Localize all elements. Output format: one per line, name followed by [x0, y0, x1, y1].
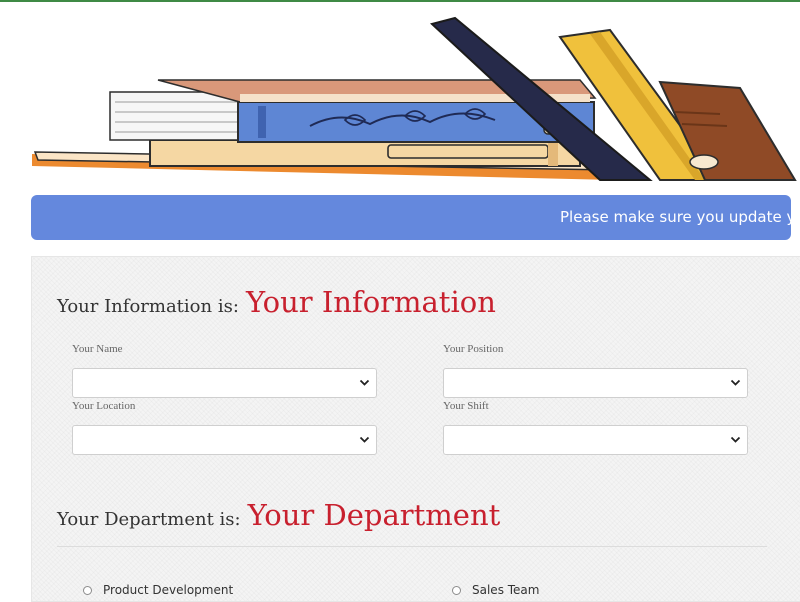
books-illustration — [0, 2, 800, 187]
chevron-down-icon — [359, 436, 370, 443]
notice-banner: Please make sure you update you — [31, 195, 791, 240]
form-panel: Your Information is: Your Information Yo… — [31, 256, 800, 602]
information-heading: Your Information is: Your Information — [57, 285, 496, 319]
radio-sales-team[interactable]: Sales Team — [452, 583, 539, 597]
location-select[interactable] — [72, 425, 377, 455]
notice-text: Please make sure you update you — [560, 208, 791, 226]
radio-label: Product Development — [103, 583, 234, 597]
radio-circle[interactable] — [452, 585, 461, 595]
radio-product-development[interactable]: Product Development — [83, 583, 233, 597]
shift-select[interactable] — [443, 425, 748, 455]
chevron-down-icon — [730, 379, 741, 386]
department-heading-value: Your Department — [247, 498, 501, 532]
radio-circle[interactable] — [83, 585, 92, 595]
radio-label: Sales Team — [472, 583, 540, 597]
section-divider — [57, 546, 767, 547]
name-label: Your Name — [72, 343, 123, 355]
department-heading: Your Department is: Your Department — [57, 498, 500, 532]
department-heading-prefix: Your Department is: — [57, 509, 241, 530]
name-select[interactable] — [72, 368, 377, 398]
shift-label: Your Shift — [443, 400, 489, 412]
position-select[interactable] — [443, 368, 748, 398]
location-label: Your Location — [72, 400, 136, 412]
information-heading-value: Your Information — [245, 285, 496, 319]
chevron-down-icon — [730, 436, 741, 443]
information-heading-prefix: Your Information is: — [57, 296, 239, 317]
chevron-down-icon — [359, 379, 370, 386]
position-label: Your Position — [443, 343, 504, 355]
